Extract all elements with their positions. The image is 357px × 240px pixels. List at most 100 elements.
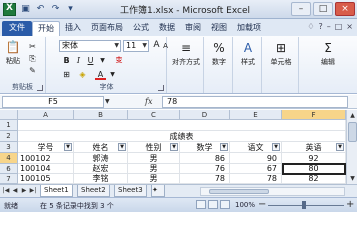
normal-view-icon[interactable] xyxy=(196,200,206,209)
sheet-tab-3[interactable]: Sheet3 xyxy=(114,185,147,197)
cell-math[interactable]: 76 xyxy=(180,164,230,174)
page-layout-view-icon[interactable] xyxy=(208,200,218,209)
cell-name[interactable]: 赵宏 xyxy=(74,164,128,174)
excel-app-icon[interactable]: X xyxy=(3,3,16,16)
tab-page-layout[interactable]: 页面布局 xyxy=(86,21,128,36)
name-box-dropdown-icon[interactable]: ▼ xyxy=(105,96,110,108)
cell-gender[interactable]: 男 xyxy=(128,174,180,184)
styles-button[interactable]: A 样式 xyxy=(237,40,259,67)
row-header-1[interactable]: 1 xyxy=(0,120,18,131)
filter-dropdown-icon[interactable]: ▼ xyxy=(272,143,280,151)
bold-button[interactable]: B xyxy=(61,55,72,66)
tab-file[interactable]: 文件 xyxy=(2,21,32,36)
tab-home[interactable]: 开始 xyxy=(32,21,60,36)
save-icon[interactable]: ▣ xyxy=(20,3,31,15)
tab-formulas[interactable]: 公式 xyxy=(128,21,154,36)
scroll-up-icon[interactable]: ▲ xyxy=(348,111,357,120)
row-header-6[interactable]: 6 xyxy=(0,164,18,174)
font-color-dropdown-icon[interactable]: ▼ xyxy=(107,69,118,80)
paste-button[interactable]: 📋 粘贴 xyxy=(3,39,23,66)
sheet-title-cell[interactable]: 成绩表 xyxy=(18,131,346,142)
maximize-button[interactable]: □ xyxy=(313,2,333,16)
insert-sheet-icon[interactable]: ✦ xyxy=(151,185,165,197)
tab-data[interactable]: 数据 xyxy=(154,21,180,36)
scroll-down-icon[interactable]: ▼ xyxy=(348,174,357,183)
font-name-select[interactable]: 宋体 ▼ xyxy=(59,40,121,52)
row-1-cells[interactable] xyxy=(18,120,346,131)
zoom-slider[interactable] xyxy=(268,205,344,206)
header-cell-name[interactable]: 姓名 ▼ xyxy=(74,142,128,153)
column-header-d[interactable]: D xyxy=(180,110,230,120)
cell-chinese[interactable]: 78 xyxy=(230,174,282,184)
zoom-in-icon[interactable]: + xyxy=(346,199,354,210)
header-cell-gender[interactable]: 性别 ▼ xyxy=(128,142,180,153)
page-break-view-icon[interactable] xyxy=(220,200,230,209)
first-sheet-icon[interactable]: |◀ xyxy=(2,186,10,196)
header-cell-math[interactable]: 数学 ▼ xyxy=(180,142,230,153)
doc-close-icon[interactable]: × xyxy=(346,22,353,31)
cell-math[interactable]: 86 xyxy=(180,153,230,164)
column-header-e[interactable]: E xyxy=(230,110,282,120)
row-header-2[interactable]: 2 xyxy=(0,131,18,142)
zoom-slider-thumb[interactable] xyxy=(302,201,306,209)
undo-icon[interactable]: ↶ xyxy=(35,3,46,15)
redo-icon[interactable]: ↷ xyxy=(50,3,61,15)
vertical-scrollbar[interactable]: ▲ ▼ xyxy=(346,110,357,184)
close-button[interactable]: × xyxy=(335,2,355,16)
sheet-tab-1[interactable]: Sheet1 xyxy=(40,185,73,197)
filter-dropdown-icon[interactable]: ▼ xyxy=(64,143,72,151)
insert-function-icon[interactable]: fx xyxy=(145,96,152,108)
underline-button[interactable]: U xyxy=(85,55,96,66)
row-header-7[interactable]: 7 xyxy=(0,174,18,184)
column-header-a[interactable]: A xyxy=(18,110,74,120)
cell-gender[interactable]: 男 xyxy=(128,164,180,174)
cell-chinese[interactable]: 67 xyxy=(230,164,282,174)
doc-restore-icon[interactable]: □ xyxy=(335,22,343,31)
name-box[interactable]: F5 xyxy=(2,96,104,108)
cut-icon[interactable]: ✂ xyxy=(27,41,38,52)
zoom-level[interactable]: 100% xyxy=(235,201,255,209)
column-header-c[interactable]: C xyxy=(128,110,180,120)
last-sheet-icon[interactable]: ▶| xyxy=(29,186,37,196)
filter-dropdown-icon[interactable]: ▼ xyxy=(336,143,344,151)
cell-name[interactable]: 李铭 xyxy=(74,174,128,184)
help-icon[interactable]: ? xyxy=(318,22,322,31)
filter-dropdown-icon[interactable]: ▼ xyxy=(118,143,126,151)
number-format-button[interactable]: % 数字 xyxy=(208,40,230,67)
underline-dropdown-icon[interactable]: ▼ xyxy=(97,55,108,66)
cell-id[interactable]: 100102 xyxy=(18,153,74,164)
ribbon-collapse-icon[interactable]: ♢ xyxy=(307,22,314,31)
font-size-select[interactable]: 11 ▼ xyxy=(123,40,149,52)
scroll-thumb[interactable] xyxy=(348,122,357,142)
tab-review[interactable]: 审阅 xyxy=(180,21,206,36)
cell-math[interactable]: 78 xyxy=(180,174,230,184)
cell-id[interactable]: 100105 xyxy=(18,174,74,184)
column-header-b[interactable]: B xyxy=(74,110,128,120)
italic-button[interactable]: I xyxy=(73,55,84,66)
cells-button[interactable]: ⊞ 单元格 xyxy=(267,40,295,67)
tab-addins[interactable]: 加载项 xyxy=(232,21,266,36)
cell-name[interactable]: 郭涛 xyxy=(74,153,128,164)
border-icon[interactable]: ⊞ xyxy=(61,69,72,80)
font-color-icon[interactable]: A xyxy=(95,69,106,80)
sheet-tab-2[interactable]: Sheet2 xyxy=(77,185,110,197)
header-cell-english[interactable]: 英语 ▼ xyxy=(282,142,346,153)
select-all-corner[interactable] xyxy=(0,110,18,120)
fill-color-icon[interactable]: ◈ xyxy=(77,69,88,80)
font-launcher-icon[interactable] xyxy=(158,85,164,91)
horizontal-scroll-thumb[interactable] xyxy=(209,189,269,194)
cell-gender[interactable]: 男 xyxy=(128,153,180,164)
next-sheet-icon[interactable]: ▶ xyxy=(20,186,28,196)
tab-insert[interactable]: 插入 xyxy=(60,21,86,36)
minimize-button[interactable]: – xyxy=(291,2,311,16)
cell-id[interactable]: 100104 xyxy=(18,164,74,174)
row-header-3[interactable]: 3 xyxy=(0,142,18,153)
format-painter-icon[interactable]: ✎ xyxy=(27,65,38,76)
horizontal-scrollbar[interactable] xyxy=(200,187,345,196)
zoom-out-icon[interactable]: − xyxy=(258,199,266,210)
header-cell-id[interactable]: 学号 ▼ xyxy=(18,142,74,153)
formula-input[interactable]: 78 xyxy=(162,96,348,108)
tab-view[interactable]: 视图 xyxy=(206,21,232,36)
cell-chinese[interactable]: 90 xyxy=(230,153,282,164)
filter-dropdown-icon[interactable]: ▼ xyxy=(170,143,178,151)
